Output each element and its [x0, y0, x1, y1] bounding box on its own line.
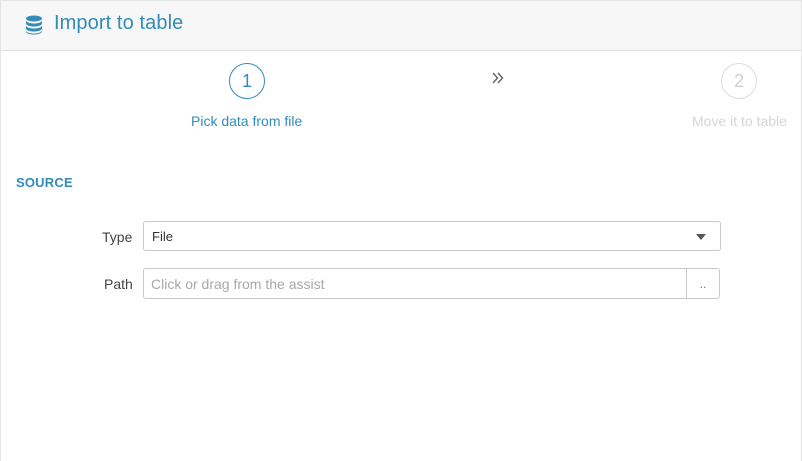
path-input[interactable]: [143, 268, 687, 299]
header-bar: Import to table: [1, 1, 801, 51]
type-select-value: File: [152, 229, 173, 244]
type-label: Type: [102, 229, 133, 245]
type-select[interactable]: File: [143, 221, 721, 251]
step-1-indicator[interactable]: 1: [229, 63, 265, 99]
double-chevron-right-icon: [491, 71, 505, 85]
browse-path-button[interactable]: ..: [686, 268, 720, 299]
step-2-label[interactable]: Move it to table: [692, 113, 787, 129]
step-1-label[interactable]: Pick data from file: [191, 113, 302, 129]
path-label: Path: [104, 276, 133, 292]
source-section-title: SOURCE: [16, 175, 73, 190]
database-icon: [25, 15, 43, 35]
import-wizard-window: Import to table 1 Pick data from file 2 …: [0, 0, 802, 461]
page-title: Import to table: [54, 12, 184, 34]
step-2-indicator[interactable]: 2: [721, 63, 757, 99]
caret-down-icon: [696, 234, 706, 240]
